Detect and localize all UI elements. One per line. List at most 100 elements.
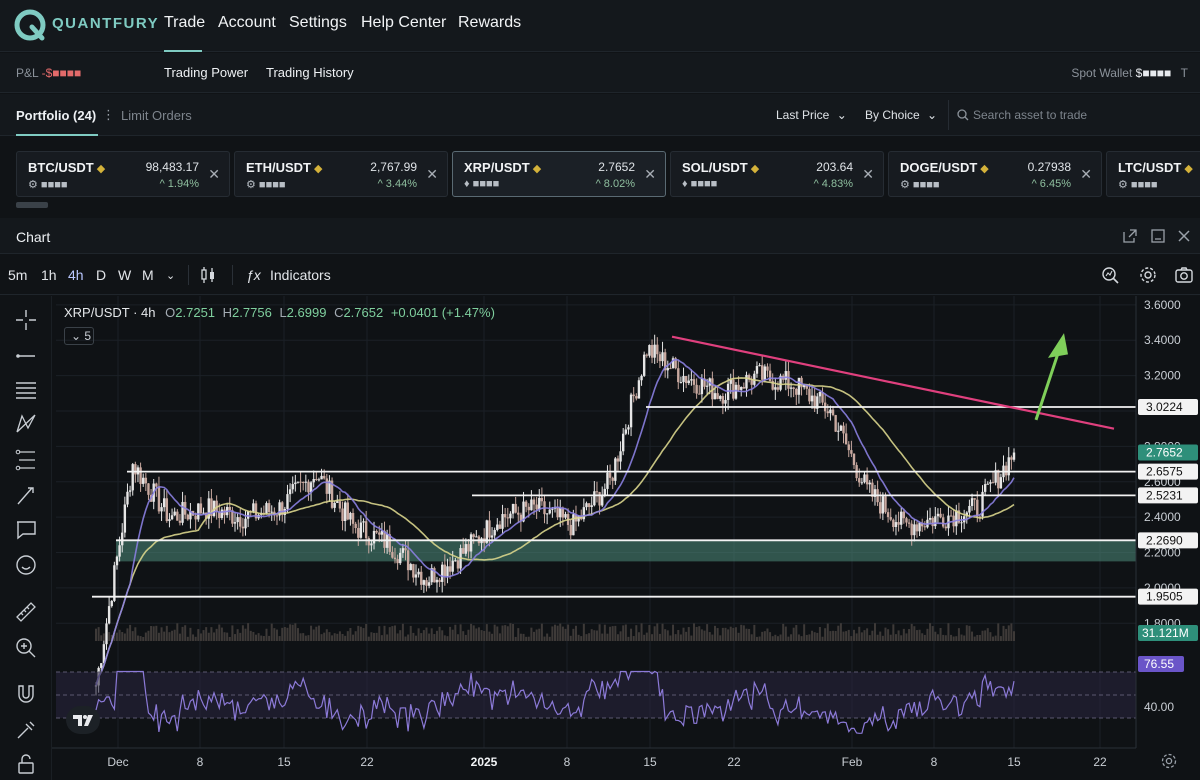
- spot-wallet[interactable]: Spot Wallet $■■■■ T: [1071, 66, 1188, 80]
- legend-open: 2.7251: [175, 305, 216, 320]
- ruler-icon[interactable]: [14, 600, 38, 624]
- timeframe-4h[interactable]: 4h: [68, 267, 84, 283]
- candle-body: [837, 430, 840, 432]
- volume-bar: [441, 630, 444, 641]
- close-icon[interactable]: ✕: [862, 166, 874, 183]
- trend-line-icon[interactable]: [14, 344, 38, 368]
- function-icon[interactable]: ƒx: [246, 267, 261, 283]
- magnet-icon[interactable]: [14, 682, 38, 706]
- volume-bar: [525, 636, 528, 641]
- crosshair-icon[interactable]: [14, 308, 38, 332]
- ticker-card-ltc[interactable]: LTC/USDT ◆ ⚙ ■■■■: [1106, 151, 1200, 197]
- candle-body: [865, 474, 869, 485]
- sub-navigation: P&L -$■■■■ Trading Power Trading History…: [0, 53, 1200, 93]
- volume-bar: [302, 633, 305, 641]
- nav-rewards[interactable]: Rewards: [458, 14, 521, 32]
- camera-icon[interactable]: [1174, 265, 1194, 285]
- sort-by-choice-dropdown[interactable]: By Choice ⌄: [865, 108, 937, 122]
- timeframe-more-icon[interactable]: ⌄: [166, 269, 175, 282]
- volume-bar: [556, 625, 559, 641]
- close-icon[interactable]: ✕: [644, 166, 656, 183]
- volume-bar: [294, 623, 297, 641]
- close-icon[interactable]: ✕: [1080, 166, 1092, 183]
- toolbar-divider: [188, 265, 189, 285]
- candle-body: [364, 521, 368, 539]
- ticker-scrollbar[interactable]: [16, 202, 48, 208]
- volume-bar: [493, 624, 496, 641]
- pop-out-icon[interactable]: [1122, 228, 1138, 244]
- ticker-card-btc[interactable]: BTC/USDT ◆ 98,483.17 ⚙ ■■■■ ^ 1.94% ✕: [16, 151, 230, 197]
- timeframe-d[interactable]: D: [96, 267, 106, 283]
- volume-bar: [121, 631, 124, 641]
- candle-body: [863, 474, 866, 483]
- ticker-card-doge[interactable]: DOGE/USDT ◆ 0.27938 ⚙ ■■■■ ^ 6.45% ✕: [888, 151, 1102, 197]
- close-icon[interactable]: ✕: [426, 166, 438, 183]
- volume-bar: [220, 627, 223, 641]
- tradingview-logo-icon[interactable]: [66, 706, 100, 734]
- volume-bar: [603, 624, 606, 641]
- nav-help-center[interactable]: Help Center: [361, 14, 446, 32]
- legend-collapse-toggle[interactable]: ⌄ 5: [64, 327, 94, 345]
- candle-body: [144, 477, 148, 484]
- candle-body: [713, 393, 717, 400]
- volume-bar: [585, 634, 588, 641]
- candle-body: [168, 519, 171, 522]
- search-input[interactable]: [973, 106, 1193, 124]
- ticker-change: ^ 3.44%: [377, 178, 417, 190]
- quick-search-icon[interactable]: [1100, 265, 1120, 285]
- candle-body: [414, 574, 418, 578]
- minimize-icon[interactable]: [1150, 228, 1166, 244]
- tab-portfolio[interactable]: Portfolio (24): [16, 108, 96, 123]
- ticker-sub: ■■■■: [472, 178, 500, 190]
- volume-bar: [428, 633, 431, 641]
- timeframe-m[interactable]: M: [142, 267, 154, 283]
- volume-bar: [614, 625, 617, 641]
- close-icon[interactable]: [1176, 228, 1192, 244]
- candle-body: [976, 499, 979, 517]
- volume-bar: [824, 628, 827, 641]
- emoji-icon[interactable]: [14, 553, 38, 577]
- nav-account[interactable]: Account: [218, 14, 276, 32]
- trading-power-link[interactable]: Trading Power: [164, 65, 248, 80]
- volume-bar: [658, 633, 661, 641]
- tab-limit-orders[interactable]: Limit Orders: [121, 108, 192, 123]
- timeframe-1h[interactable]: 1h: [41, 267, 57, 283]
- ticker-card-sol[interactable]: SOL/USDT ◆ 203.64 ♦ ■■■■ ^ 4.83% ✕: [670, 151, 884, 197]
- lock-drawings-icon[interactable]: [14, 718, 38, 742]
- price-chart[interactable]: 3.60003.40003.20003.00002.80002.60002.40…: [52, 296, 1200, 780]
- candle-body: [763, 366, 767, 380]
- volume-bar: [947, 623, 950, 641]
- price-tick-label: 3.2000: [1144, 369, 1181, 383]
- settings-gear-icon[interactable]: [1138, 265, 1158, 285]
- nav-trade[interactable]: Trade: [164, 14, 205, 32]
- candle-body: [564, 514, 567, 518]
- rsi-tick-label: 40.00: [1144, 700, 1174, 714]
- ticker-card-xrp[interactable]: XRP/USDT ◆ 2.7652 ♦ ■■■■ ^ 8.02% ✕: [452, 151, 666, 197]
- timeframe-5m[interactable]: 5m: [8, 267, 27, 283]
- candle-body: [375, 530, 378, 533]
- zoom-in-icon[interactable]: [14, 636, 38, 660]
- horizontal-lines-icon[interactable]: [14, 378, 38, 402]
- close-icon[interactable]: ✕: [208, 166, 220, 183]
- candle-body: [614, 458, 617, 481]
- quantfury-logo-icon[interactable]: [14, 9, 46, 41]
- fib-retracement-icon[interactable]: [14, 448, 38, 472]
- ticker-card-eth[interactable]: ETH/USDT ◆ 2,767.99 ⚙ ■■■■ ^ 3.44% ✕: [234, 151, 448, 197]
- comment-icon[interactable]: [14, 518, 38, 542]
- active-tab-indicator: [16, 134, 98, 136]
- brush-icon[interactable]: [14, 484, 38, 508]
- chart-settings-icon[interactable]: [1160, 752, 1178, 770]
- lock-icon[interactable]: [14, 752, 38, 776]
- ticker-sub: ■■■■: [1130, 179, 1158, 191]
- toolbar-divider: [232, 265, 233, 285]
- nav-settings[interactable]: Settings: [289, 14, 347, 32]
- trading-history-link[interactable]: Trading History: [266, 65, 354, 80]
- volume-bar: [231, 625, 234, 641]
- indicators-button[interactable]: Indicators: [270, 267, 331, 283]
- candlestick-icon[interactable]: [198, 265, 218, 285]
- sort-last-price-dropdown[interactable]: Last Price ⌄: [776, 108, 847, 122]
- portfolio-menu-icon[interactable]: ⋮: [102, 107, 115, 123]
- volume-bar: [554, 624, 556, 641]
- timeframe-w[interactable]: W: [118, 267, 131, 283]
- pattern-icon[interactable]: [14, 412, 38, 436]
